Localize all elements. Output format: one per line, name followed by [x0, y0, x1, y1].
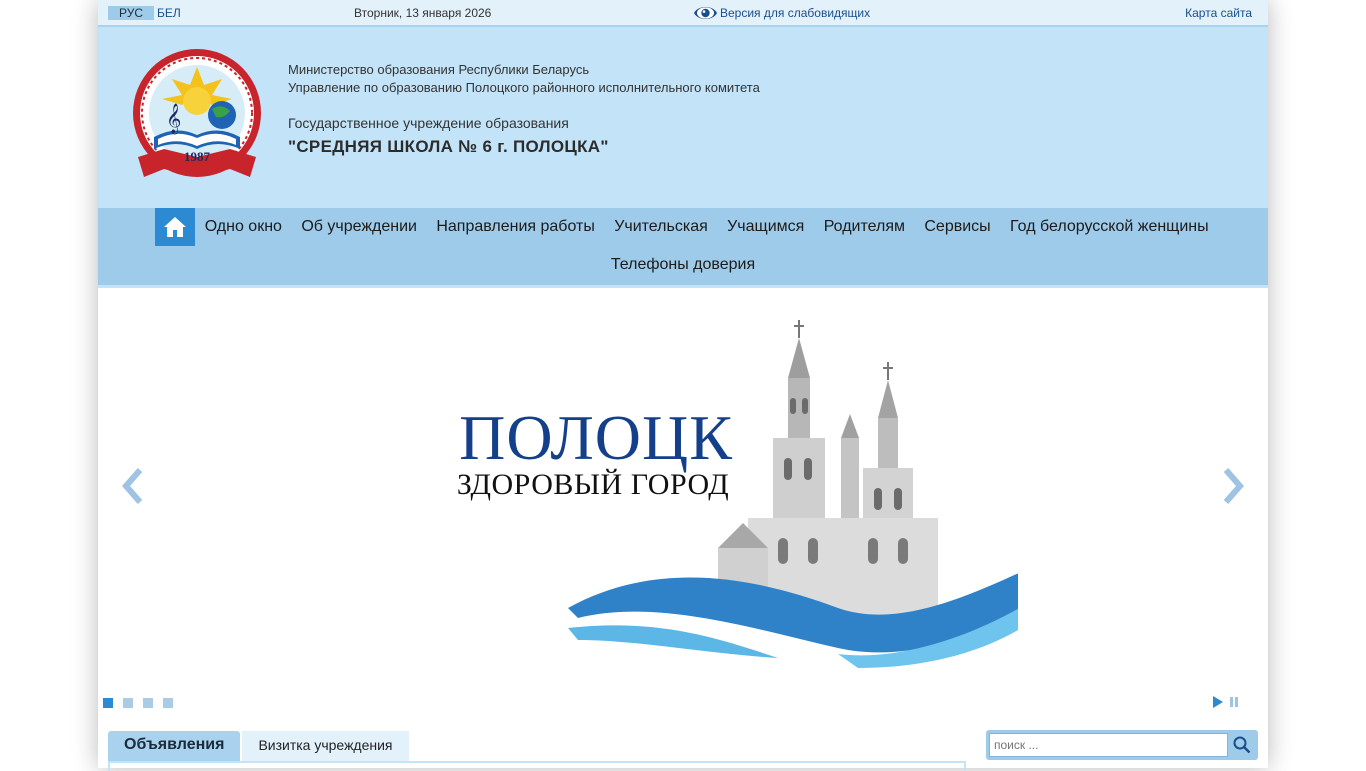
nav-row-1: Одно окно Об учреждении Направления рабо… — [195, 208, 1218, 246]
tab-panel — [108, 761, 966, 771]
nav-item-parents[interactable]: Родителям — [814, 218, 915, 236]
nav-item-teachers[interactable]: Учительская — [605, 218, 718, 236]
slider-prev-arrow-icon[interactable] — [118, 466, 148, 506]
search-box — [986, 730, 1258, 760]
slider-dot-4[interactable] — [163, 698, 173, 708]
slider-dot-1[interactable] — [103, 698, 113, 708]
tab-institution-card[interactable]: Визитка учреждения — [242, 731, 409, 761]
site-header: 𝄞 1987 Министерство образования Республи… — [98, 27, 1268, 208]
play-icon[interactable] — [1212, 696, 1224, 708]
nav-item-services[interactable]: Сервисы — [915, 218, 1001, 236]
tab-announcements[interactable]: Объявления — [108, 731, 241, 761]
eye-icon — [694, 7, 717, 19]
search-icon — [1233, 736, 1251, 754]
lang-ru-button[interactable]: РУС — [108, 6, 154, 20]
nav-row-2: Телефоны доверия — [98, 246, 1268, 284]
page: РУС БЕЛ Вторник, 13 января 2026 Версия д… — [98, 0, 1268, 771]
ministry-line-1: Министерство образования Республики Бела… — [288, 62, 590, 77]
low-vision-link[interactable]: Версия для слабовидящих — [693, 3, 870, 23]
institution-name: "СРЕДНЯЯ ШКОЛА № 6 г. ПОЛОЦКА" — [288, 137, 609, 156]
nav-item-women-year[interactable]: Год белорусской женщины — [1000, 218, 1218, 236]
slider-dot-3[interactable] — [143, 698, 153, 708]
home-icon — [164, 217, 186, 237]
banner-subtitle: ЗДОРОВЫЙ ГОРОД — [456, 468, 730, 501]
svg-text:𝄞: 𝄞 — [166, 103, 181, 135]
school-logo[interactable]: 𝄞 1987 — [124, 45, 270, 191]
ministry-line-2: Управление по образованию Полоцкого райо… — [288, 80, 760, 95]
banner-title: ПОЛОЦК — [459, 402, 733, 473]
slider-dot-2[interactable] — [123, 698, 133, 708]
slider-dots — [103, 698, 183, 708]
home-button[interactable] — [155, 208, 195, 246]
banner-slider: ПОЛОЦК ЗДОРОВЫЙ ГОРОД — [98, 288, 1268, 718]
search-input[interactable] — [989, 733, 1228, 757]
lang-be-link[interactable]: БЕЛ — [157, 6, 181, 20]
content-tabs: Объявления Визитка учреждения — [108, 731, 409, 761]
pause-icon[interactable] — [1228, 696, 1240, 708]
low-vision-label: Версия для слабовидящих — [720, 6, 871, 20]
top-bar: РУС БЕЛ Вторник, 13 января 2026 Версия д… — [98, 0, 1268, 27]
nav-item-directions[interactable]: Направления работы — [427, 218, 605, 236]
nav-item-students[interactable]: Учащимся — [717, 218, 814, 236]
slider-controls — [1212, 696, 1240, 708]
current-date: Вторник, 13 января 2026 — [354, 6, 492, 20]
ministry-text: Министерство образования Республики Бела… — [288, 61, 760, 97]
nav-item-hotlines[interactable]: Телефоны доверия — [601, 256, 765, 274]
institution-type: Государственное учреждение образования — [288, 115, 569, 131]
main-nav: Одно окно Об учреждении Направления рабо… — [98, 208, 1268, 288]
nav-item-about[interactable]: Об учреждении — [292, 218, 427, 236]
sitemap-link[interactable]: Карта сайта — [1185, 6, 1252, 20]
nav-item-one-window[interactable]: Одно окно — [195, 218, 292, 236]
logo-year: 1987 — [184, 149, 211, 164]
search-button[interactable] — [1229, 733, 1255, 757]
slider-next-arrow-icon[interactable] — [1218, 466, 1248, 506]
